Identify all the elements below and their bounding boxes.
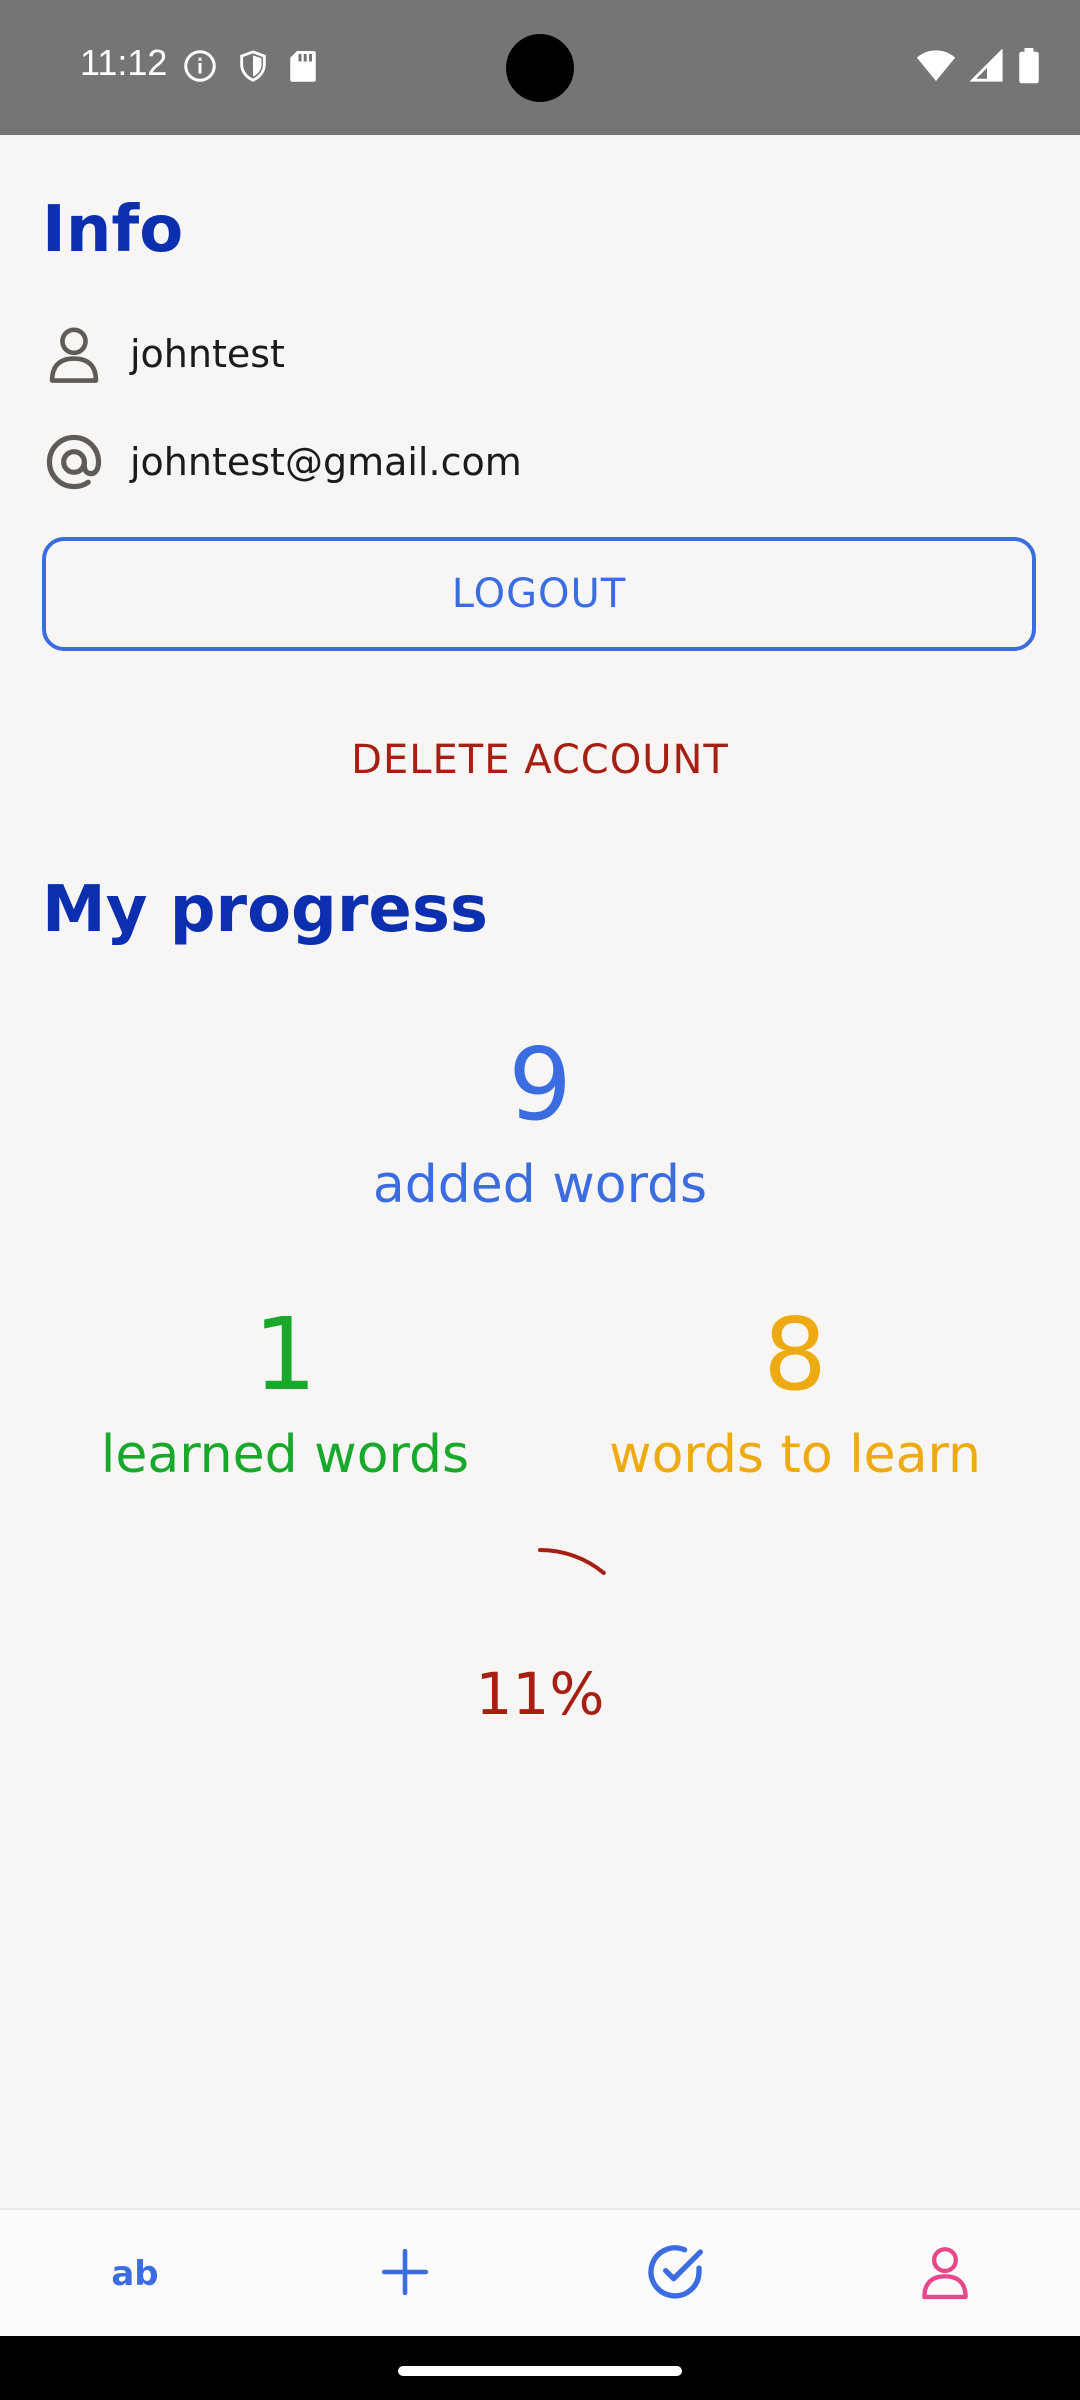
info-icon [182,48,218,88]
email-text: johntest@gmail.com [130,440,522,484]
person-icon [42,322,106,386]
added-words-count: 9 [508,1026,572,1143]
status-left-icons [182,48,318,88]
nav-learn[interactable] [540,2210,810,2338]
sd-card-icon [288,48,318,88]
words-to-learn-label: words to learn [609,1425,981,1485]
username-text: johntest [130,332,285,376]
status-time: 11:12 [80,42,168,83]
logout-button[interactable]: LOGOUT [42,537,1036,651]
learned-words-stat: 1 learned words [60,1296,510,1486]
progress-arc [538,1548,606,1575]
wifi-icon [916,49,956,87]
learned-words-count: 1 [253,1296,317,1413]
added-words-stat: 9 added words [340,1026,740,1216]
learned-words-label: learned words [100,1425,470,1485]
at-sign-icon [42,430,106,494]
nav-profile[interactable] [810,2210,1080,2338]
words-to-learn-stat: 8 words to learn [570,1296,1020,1486]
progress-percent: 11% [475,1660,605,1728]
plus-icon [380,2247,430,2301]
added-words-label: added words [372,1155,708,1215]
info-title: Info [42,193,184,267]
bottom-nav: ab [0,2208,1080,2338]
signal-icon [969,48,1004,87]
words-to-learn-count: 8 [763,1296,827,1413]
person-icon [919,2242,971,2306]
battery-icon [1018,48,1040,88]
shield-icon [236,48,270,88]
email-row: johntest@gmail.com [42,430,522,494]
status-right-icons [916,48,1040,88]
delete-account-button[interactable]: DELETE ACCOUNT [290,720,790,800]
progress-title: My progress [42,873,488,947]
ab-icon: ab [111,2254,159,2294]
nav-words[interactable]: ab [0,2210,270,2338]
username-row: johntest [42,322,285,386]
nav-add[interactable] [270,2210,540,2338]
check-circle-icon [643,2240,707,2308]
status-bar: 11:12 [0,0,1080,135]
camera-cutout [506,34,574,102]
gesture-handle[interactable] [398,2366,682,2376]
